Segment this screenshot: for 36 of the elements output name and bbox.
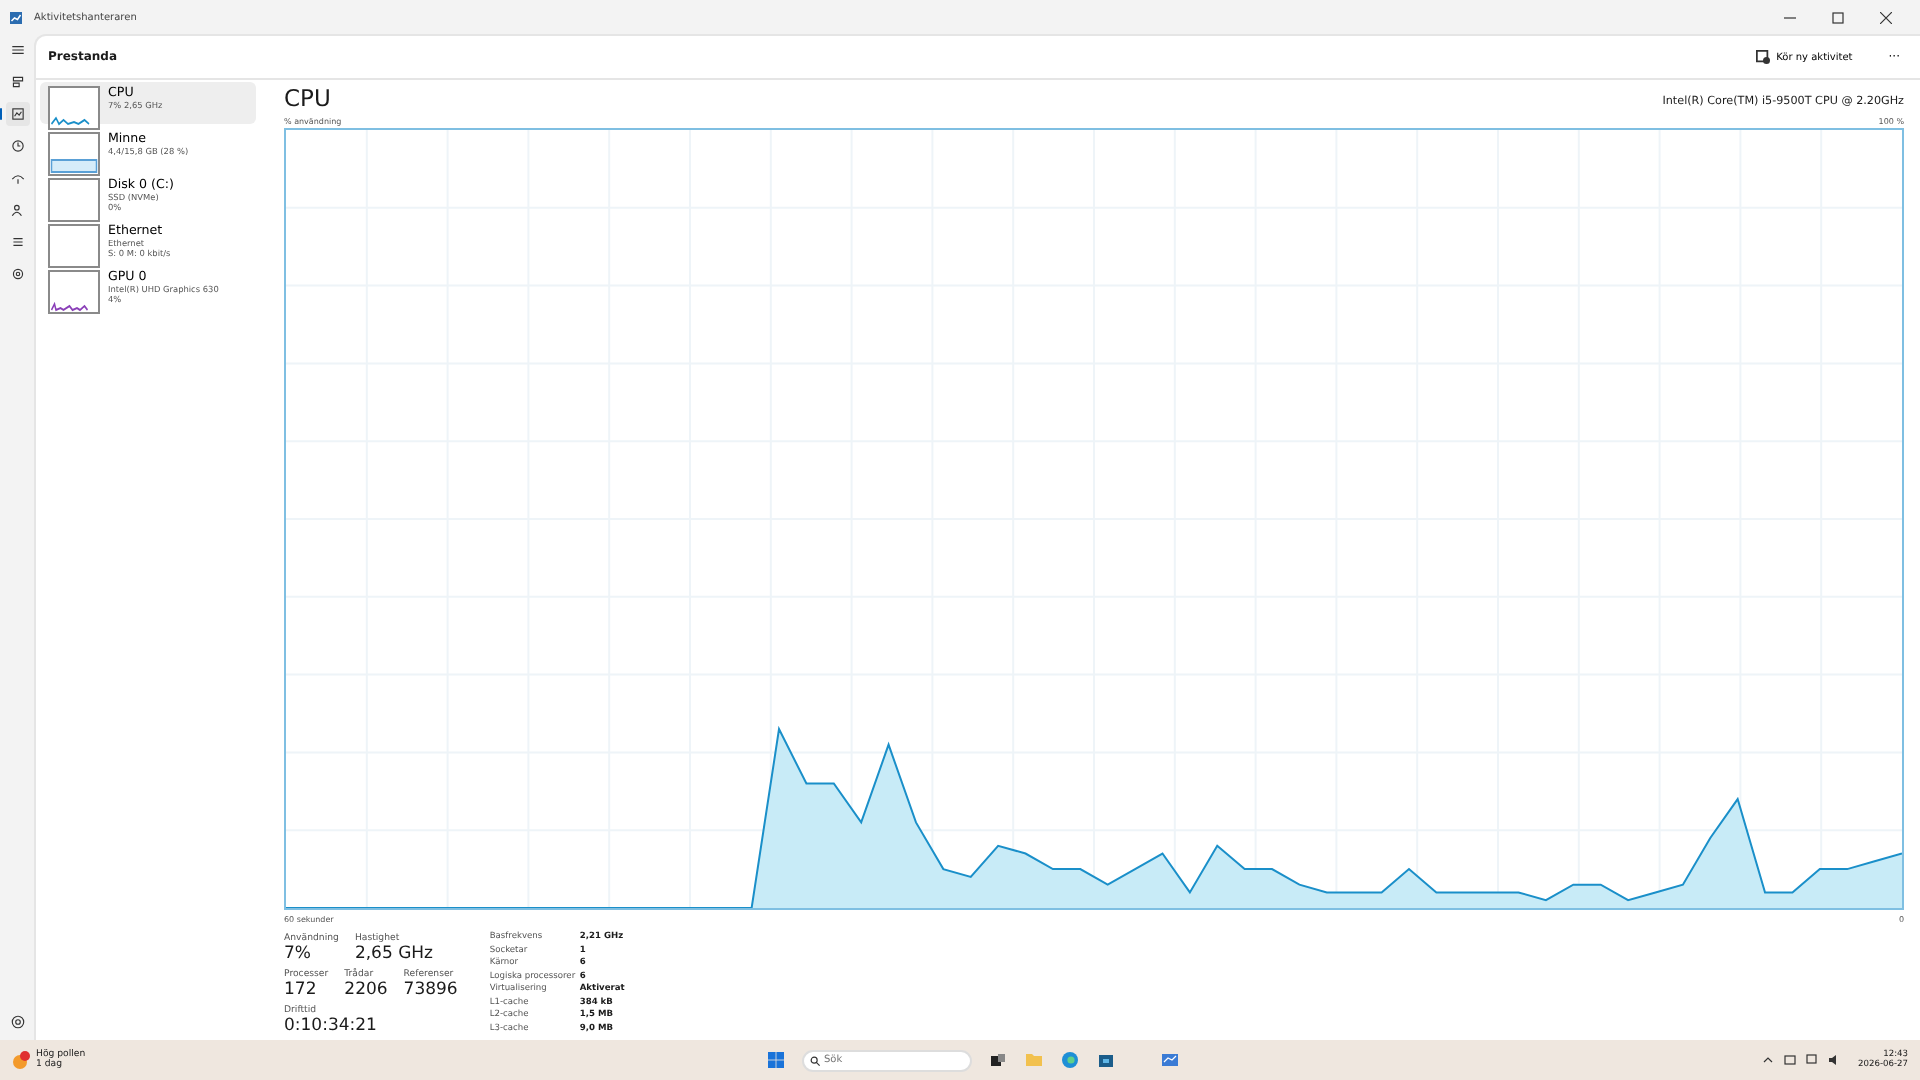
task-manager-icon[interactable] bbox=[1160, 1050, 1180, 1070]
store-icon[interactable] bbox=[1096, 1050, 1116, 1070]
nav-icon bbox=[9, 74, 25, 90]
stat-value: 2206 bbox=[344, 980, 388, 1000]
thumbnail-graph bbox=[48, 178, 100, 222]
thumbnail-graph bbox=[48, 132, 100, 176]
stat-value: 172 bbox=[284, 980, 319, 1000]
task-view-icon[interactable] bbox=[988, 1050, 1008, 1070]
page-title: CPU bbox=[284, 84, 331, 112]
stat-value: 0:10:34:21 bbox=[284, 1016, 379, 1036]
nav-icon bbox=[9, 138, 25, 154]
chevron-icon[interactable] bbox=[1762, 1054, 1775, 1066]
menu-icon bbox=[9, 42, 25, 58]
thumbnail-graph bbox=[48, 86, 100, 130]
browser-icon[interactable] bbox=[1060, 1050, 1080, 1070]
nav-icon bbox=[9, 170, 25, 186]
nav-icon bbox=[9, 202, 25, 218]
nav-icon bbox=[9, 266, 25, 282]
minimize-icon[interactable] bbox=[1784, 11, 1796, 23]
volume-icon[interactable] bbox=[1828, 1054, 1841, 1066]
thumbnail-graph bbox=[48, 224, 100, 268]
stat-value: 2,65 GHz bbox=[354, 944, 434, 964]
start-icon[interactable] bbox=[766, 1050, 786, 1070]
monitor-icon[interactable] bbox=[1806, 1054, 1819, 1066]
stat-value: 7% bbox=[284, 944, 313, 964]
close-icon[interactable] bbox=[1880, 11, 1892, 23]
app-icon bbox=[10, 11, 22, 23]
settings-icon[interactable] bbox=[9, 1014, 25, 1030]
nav-button[interactable] bbox=[5, 102, 29, 126]
maximize-icon[interactable] bbox=[1832, 11, 1844, 23]
stat-value: 73896 bbox=[403, 980, 458, 1000]
nav-icon bbox=[9, 234, 25, 250]
thumbnail-graph bbox=[48, 270, 100, 314]
task-icon bbox=[1756, 50, 1771, 64]
nav-icon bbox=[9, 106, 25, 122]
weather-icon[interactable] bbox=[12, 1050, 32, 1070]
